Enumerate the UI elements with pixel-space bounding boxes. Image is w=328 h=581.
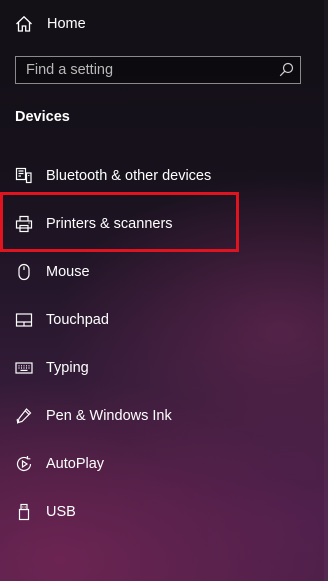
- nav-item-label: USB: [46, 504, 76, 520]
- nav-item-pen[interactable]: Pen & Windows Ink: [0, 394, 328, 438]
- settings-nav-pane: Home Devices Bluetooth & other devices: [0, 0, 328, 581]
- bluetooth-devices-icon: [15, 167, 33, 185]
- nav-item-label: Mouse: [46, 264, 90, 280]
- usb-icon: [15, 503, 33, 521]
- nav-item-bluetooth[interactable]: Bluetooth & other devices: [0, 154, 328, 198]
- nav-item-usb[interactable]: USB: [0, 490, 328, 534]
- nav-item-label: AutoPlay: [46, 456, 105, 472]
- home-nav-item[interactable]: Home: [0, 4, 328, 44]
- home-icon: [15, 15, 33, 33]
- nav-item-touchpad[interactable]: Touchpad: [0, 298, 328, 342]
- nav-item-label: Typing: [46, 360, 89, 376]
- autoplay-icon: [15, 455, 33, 473]
- nav-item-label: Pen & Windows Ink: [46, 408, 172, 424]
- search-box[interactable]: [15, 56, 301, 84]
- nav-item-label: Printers & scanners: [46, 216, 173, 232]
- section-title: Devices: [15, 109, 70, 125]
- search-icon[interactable]: [279, 62, 294, 77]
- home-label: Home: [47, 16, 86, 32]
- nav-item-autoplay[interactable]: AutoPlay: [0, 442, 328, 486]
- nav-item-mouse[interactable]: Mouse: [0, 250, 328, 294]
- mouse-icon: [15, 263, 33, 281]
- nav-item-label: Touchpad: [46, 312, 109, 328]
- nav-item-typing[interactable]: Typing: [0, 346, 328, 390]
- printer-icon: [15, 215, 33, 233]
- pen-icon: [15, 407, 33, 425]
- search-input[interactable]: [16, 57, 266, 82]
- keyboard-icon: [15, 359, 33, 377]
- touchpad-icon: [15, 311, 33, 329]
- nav-item-printers[interactable]: Printers & scanners: [0, 202, 328, 246]
- nav-item-label: Bluetooth & other devices: [46, 168, 212, 184]
